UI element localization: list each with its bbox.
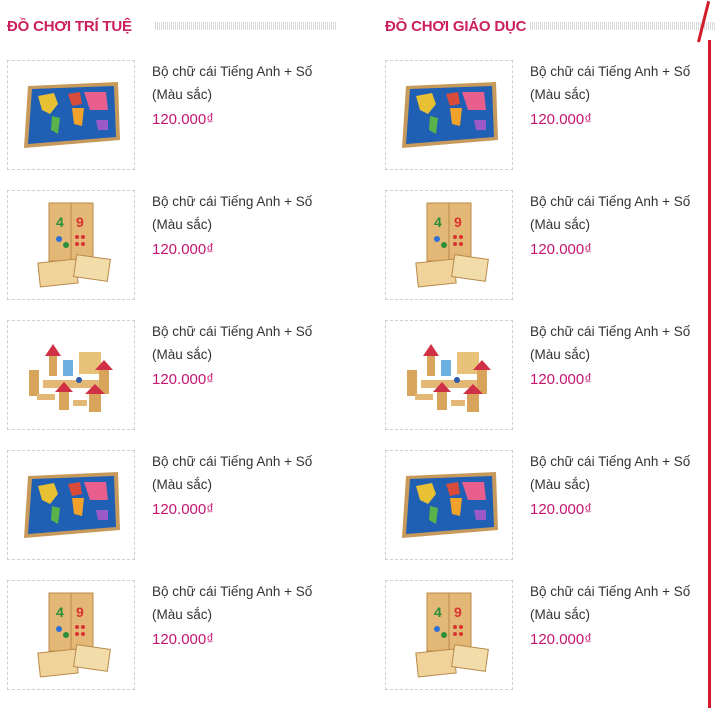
product-price: 120.000₫: [530, 371, 592, 388]
svg-text:4: 4: [56, 604, 64, 620]
product-image[interactable]: [385, 450, 513, 560]
product-card[interactable]: Bộ chữ cái Tiếng Anh + Số (Màu sắc) 120.…: [7, 320, 337, 432]
product-name[interactable]: Bộ chữ cái Tiếng Anh + Số (Màu sắc): [152, 580, 332, 626]
world-map-puzzle-image: [24, 472, 120, 538]
product-image[interactable]: [7, 320, 135, 430]
product-image[interactable]: [7, 450, 135, 560]
section-do-choi-tri-tue: ĐỒ CHƠI TRÍ TUỆ Bộ chữ cái Tiếng Anh + S…: [7, 0, 337, 690]
product-image[interactable]: [385, 60, 513, 170]
product-name[interactable]: Bộ chữ cái Tiếng Anh + Số (Màu sắc): [530, 580, 710, 626]
product-price: 120.000₫: [530, 111, 592, 128]
product-image[interactable]: 4 9: [385, 580, 513, 690]
product-card[interactable]: Bộ chữ cái Tiếng Anh + Số (Màu sắc) 120.…: [385, 60, 715, 172]
product-name[interactable]: Bộ chữ cái Tiếng Anh + Số (Màu sắc): [530, 60, 710, 106]
product-price: 120.000₫: [152, 501, 214, 518]
product-name[interactable]: Bộ chữ cái Tiếng Anh + Số (Màu sắc): [152, 190, 332, 236]
product-name[interactable]: Bộ chữ cái Tiếng Anh + Số (Màu sắc): [152, 60, 332, 106]
section-header: ĐỒ CHƠI TRÍ TUỆ: [7, 0, 337, 40]
svg-text:9: 9: [76, 604, 84, 620]
svg-text:9: 9: [454, 214, 462, 230]
wooden-number-box-image: 4 9: [415, 202, 489, 288]
world-map-puzzle-image: [402, 82, 498, 148]
product-image[interactable]: [7, 60, 135, 170]
section-divider: [530, 22, 715, 30]
section-do-choi-giao-duc: ĐỒ CHƠI GIÁO DỤC Bộ chữ cái Tiếng Anh + …: [385, 0, 715, 690]
product-price: 120.000₫: [530, 241, 592, 258]
product-card[interactable]: 4 9 Bộ chữ cái Tiếng Anh + Số (Màu sắc) …: [7, 580, 337, 692]
product-card[interactable]: 4 9 Bộ chữ cái Tiếng Anh + Số (Màu sắc) …: [385, 580, 715, 692]
product-name[interactable]: Bộ chữ cái Tiếng Anh + Số (Màu sắc): [530, 320, 710, 366]
product-price: 120.000₫: [152, 241, 214, 258]
product-card[interactable]: Bộ chữ cái Tiếng Anh + Số (Màu sắc) 120.…: [7, 450, 337, 562]
svg-text:4: 4: [56, 214, 64, 230]
wooden-number-box-image: 4 9: [37, 202, 111, 288]
product-price: 120.000₫: [152, 371, 214, 388]
product-card[interactable]: 4 9 Bộ chữ cái Tiếng Anh + Số (Màu sắc) …: [385, 190, 715, 302]
product-card[interactable]: Bộ chữ cái Tiếng Anh + Số (Màu sắc) 120.…: [385, 450, 715, 562]
section-divider: [155, 22, 337, 30]
wooden-number-box-image: 4 9: [37, 592, 111, 678]
svg-text:4: 4: [434, 604, 442, 620]
wooden-castle-blocks-image: [407, 344, 491, 412]
accent-border: [708, 40, 711, 708]
wooden-castle-blocks-image: [29, 344, 113, 412]
product-image[interactable]: [385, 320, 513, 430]
product-card[interactable]: 4 9 Bộ chữ cái Tiếng Anh + Số (Màu sắc) …: [7, 190, 337, 302]
product-name[interactable]: Bộ chữ cái Tiếng Anh + Số (Màu sắc): [152, 450, 332, 496]
world-map-puzzle-image: [24, 82, 120, 148]
svg-text:9: 9: [76, 214, 84, 230]
product-card[interactable]: Bộ chữ cái Tiếng Anh + Số (Màu sắc) 120.…: [385, 320, 715, 432]
svg-text:4: 4: [434, 214, 442, 230]
product-name[interactable]: Bộ chữ cái Tiếng Anh + Số (Màu sắc): [152, 320, 332, 366]
product-image[interactable]: 4 9: [7, 190, 135, 300]
product-price: 120.000₫: [152, 111, 214, 128]
world-map-puzzle-image: [402, 472, 498, 538]
product-name[interactable]: Bộ chữ cái Tiếng Anh + Số (Màu sắc): [530, 190, 710, 236]
product-name[interactable]: Bộ chữ cái Tiếng Anh + Số (Màu sắc): [530, 450, 710, 496]
product-price: 120.000₫: [530, 501, 592, 518]
wooden-number-box-image: 4 9: [415, 592, 489, 678]
section-title[interactable]: ĐỒ CHƠI TRÍ TUỆ: [7, 18, 132, 35]
product-image[interactable]: 4 9: [7, 580, 135, 690]
section-header: ĐỒ CHƠI GIÁO DỤC: [385, 0, 715, 40]
product-image[interactable]: 4 9: [385, 190, 513, 300]
product-price: 120.000₫: [152, 631, 214, 648]
product-card[interactable]: Bộ chữ cái Tiếng Anh + Số (Màu sắc) 120.…: [7, 60, 337, 172]
section-title[interactable]: ĐỒ CHƠI GIÁO DỤC: [385, 18, 526, 35]
product-price: 120.000₫: [530, 631, 592, 648]
svg-text:9: 9: [454, 604, 462, 620]
